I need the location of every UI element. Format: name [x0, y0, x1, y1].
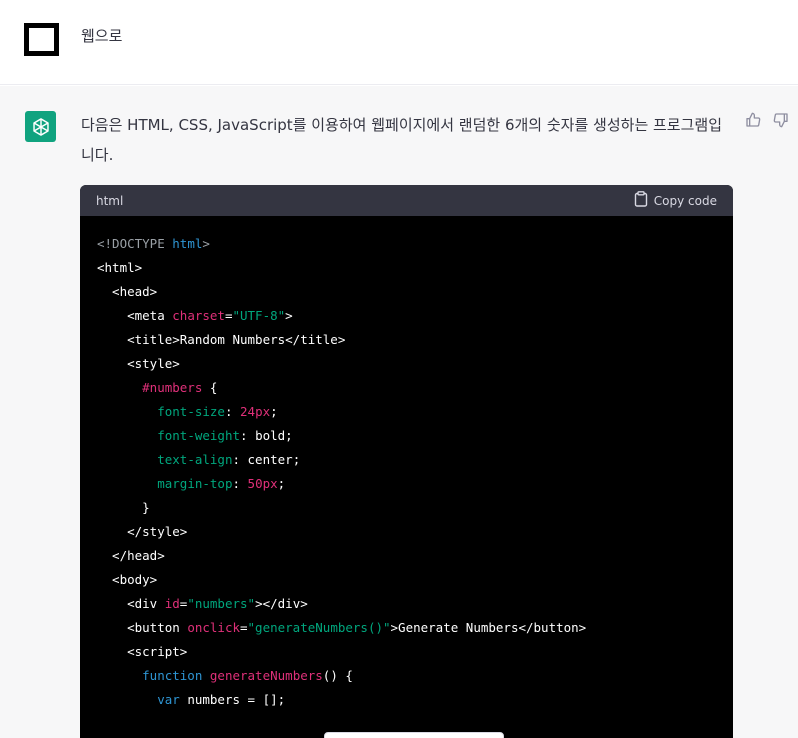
code-token: >	[285, 308, 293, 323]
code-token: charset	[172, 308, 225, 323]
code-line: <script>	[97, 640, 717, 664]
code-line: <!DOCTYPE html>	[97, 232, 717, 256]
code-block: html Copy code <!DOCTYPE html> <html> <he…	[80, 185, 733, 738]
clipboard-icon	[634, 191, 648, 210]
code-line: <html>	[97, 256, 717, 280]
code-token: >	[202, 236, 210, 251]
code-token: <body>	[97, 572, 158, 587]
code-token: <meta	[97, 308, 173, 323]
code-token: id	[164, 596, 180, 611]
code-block-header: html Copy code	[80, 185, 733, 216]
code-token: () {	[322, 668, 353, 683]
code-token: <!DOCTYPE	[97, 236, 173, 251]
code-token: : center;	[232, 452, 301, 467]
code-token: : bold;	[240, 428, 293, 443]
code-line: }	[97, 496, 717, 520]
openai-logo-icon	[25, 111, 56, 142]
code-token: 50px	[247, 476, 278, 491]
code-token: font-weight	[157, 428, 241, 443]
code-token: html	[172, 236, 203, 251]
code-token: ;	[277, 476, 286, 491]
code-token: ;	[270, 404, 278, 419]
code-line: </style>	[97, 520, 717, 544]
code-line: <meta charset="UTF-8">	[97, 304, 717, 328]
code-token: >Generate Numbers</button>	[390, 620, 587, 635]
code-line: <head>	[97, 280, 717, 304]
code-token: margin-top	[157, 476, 233, 491]
assistant-message-text: 다음은 HTML, CSS, JavaScript를 이용하여 웹페이지에서 랜…	[81, 116, 723, 164]
code-token: ></div>	[255, 596, 308, 611]
code-token: "generateNumbers()"	[247, 620, 391, 635]
code-token: onclick	[187, 620, 240, 635]
thumbs-up-icon[interactable]	[744, 111, 762, 129]
scroll-down-button[interactable]	[324, 732, 504, 738]
user-avatar-icon	[24, 23, 59, 56]
code-token: "numbers"	[187, 596, 256, 611]
user-message-row: 웹으로	[0, 0, 798, 85]
code-line: <title>Random Numbers</title>	[97, 328, 717, 352]
code-line: <body>	[97, 568, 717, 592]
code-token: <title>Random Numbers</title>	[97, 332, 346, 347]
code-line: <style>	[97, 352, 717, 376]
user-message-text: 웹으로	[81, 27, 123, 45]
code-token: {	[202, 380, 218, 395]
code-token: 24px	[240, 404, 271, 419]
code-line: margin-top: 50px;	[97, 472, 717, 496]
code-language-label: html	[96, 193, 124, 208]
code-line: </head>	[97, 544, 717, 568]
code-line: #numbers {	[97, 376, 717, 400]
code-token: </head>	[97, 548, 165, 563]
code-token: :	[224, 404, 241, 419]
code-token: :	[232, 476, 248, 491]
code-token: #numbers	[142, 380, 203, 395]
code-token: <style>	[97, 356, 180, 371]
code-token: var	[157, 692, 180, 707]
code-token: =	[240, 620, 248, 635]
code-line: font-weight: bold;	[97, 424, 717, 448]
code-token: <html>	[97, 260, 143, 275]
code-token: text-align	[157, 452, 233, 467]
code-line: text-align: center;	[97, 448, 717, 472]
code-token: <script>	[97, 644, 188, 659]
feedback-buttons	[744, 111, 790, 129]
code-line: function generateNumbers() {	[97, 664, 717, 688]
code-token: }	[97, 500, 150, 515]
code-token: <button	[97, 620, 188, 635]
code-token: function	[142, 668, 203, 683]
code-token: numbers = [];	[179, 692, 286, 707]
code-token: <head>	[97, 284, 158, 299]
code-token: "UTF-8"	[232, 308, 286, 323]
code-content: <!DOCTYPE html> <html> <head> <meta chars…	[80, 216, 733, 712]
code-token: generateNumbers	[209, 668, 323, 683]
code-token: <div	[97, 596, 165, 611]
code-line: <div id="numbers"></div>	[97, 592, 717, 616]
code-token: font-size	[157, 404, 225, 419]
code-line: font-size: 24px;	[97, 400, 717, 424]
code-token: </style>	[97, 524, 188, 539]
code-line: var numbers = [];	[97, 688, 717, 712]
code-line: <button onclick="generateNumbers()">Gene…	[97, 616, 717, 640]
copy-code-button[interactable]: Copy code	[634, 191, 717, 210]
copy-code-label: Copy code	[653, 193, 717, 208]
assistant-message-row: 다음은 HTML, CSS, JavaScript를 이용하여 웹페이지에서 랜…	[0, 86, 798, 738]
thumbs-down-icon[interactable]	[772, 111, 790, 129]
